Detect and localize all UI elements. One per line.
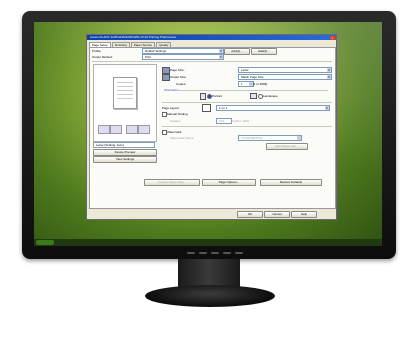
output-method-label: Output Method: — [92, 55, 113, 59]
edit-watermark-button[interactable]: Edit Watermark... — [266, 143, 308, 150]
portrait-label: Portrait — [212, 94, 222, 98]
chevron-down-icon: ▾ — [219, 55, 223, 59]
chevron-down-icon: ▾ — [325, 106, 329, 110]
profile-value: Default Settings — [145, 49, 167, 53]
custom-paper-size-button[interactable]: Custom Paper Size... — [144, 179, 200, 186]
divider — [162, 126, 332, 127]
watermark-name-label: Watermark Name: — [170, 136, 195, 140]
monitor-buttons — [187, 252, 243, 254]
help-button[interactable]: Help — [291, 211, 317, 218]
copies-value: 1 — [241, 82, 243, 86]
divider — [178, 90, 328, 91]
ok-button[interactable]: OK — [237, 211, 263, 218]
power-button[interactable] — [235, 252, 243, 254]
monitor-stand-base — [145, 285, 275, 307]
page-layout-icon — [202, 104, 211, 112]
monitor-control-button[interactable] — [211, 252, 219, 254]
output-size-label: Output Size: — [170, 75, 187, 79]
monitor-control-button[interactable] — [199, 252, 207, 254]
page-preview-image — [113, 77, 137, 109]
page-size-value: Letter — [241, 68, 249, 72]
copies-range: [1 to 9999] — [253, 82, 268, 86]
divider — [92, 61, 332, 62]
manual-scaling-label: Manual Scaling — [167, 112, 188, 116]
page-options-button[interactable]: Page Options... — [202, 179, 256, 186]
staple-icon — [110, 125, 122, 134]
chevron-down-icon: ▾ — [297, 136, 301, 140]
copies-input[interactable]: 1 ↕ — [238, 81, 254, 87]
page-layout-select[interactable]: 1 on 1 ▾ — [216, 105, 330, 111]
monitor-screen: Canon iR-ADV 4225/4235/4245/4251 PCL6 Pr… — [34, 22, 382, 246]
watermark-select[interactable]: CONFIDENTIAL ▾ — [238, 135, 302, 141]
scaling-input[interactable]: 100 — [216, 118, 232, 124]
scaling-label: Scaling: — [170, 119, 181, 123]
output-method-value: Print — [145, 55, 152, 59]
edit-profile-button[interactable]: Edit(2)... — [251, 48, 277, 55]
output-size-select[interactable]: Match Page Size ▾ — [238, 74, 332, 80]
page-preview — [93, 64, 157, 142]
cancel-button[interactable]: Cancel — [264, 211, 290, 218]
landscape-icon — [250, 93, 257, 99]
scaling-range: % [25 to 200] — [231, 119, 249, 123]
page-size-select[interactable]: Letter ▾ — [238, 67, 332, 73]
output-size-icon — [162, 74, 170, 81]
chevron-down-icon: ▾ — [327, 75, 331, 79]
divider — [162, 102, 332, 103]
view-settings-button[interactable]: View Settings — [93, 156, 157, 163]
dialog-title-bar[interactable]: Canon iR-ADV 4225/4235/4245/4251 PCL6 Pr… — [87, 35, 336, 40]
page-size-label: Page Size: — [170, 68, 185, 72]
copies-label: Copies: — [176, 82, 187, 86]
orientation-label: Orientation — [164, 88, 179, 92]
dialog-title: Canon iR-ADV 4225/4235/4245/4251 PCL6 Pr… — [90, 35, 177, 39]
landscape-label: Landscape — [263, 94, 278, 98]
watermark-value: CONFIDENTIAL — [241, 136, 264, 140]
taskbar — [34, 239, 382, 246]
chevron-down-icon: ▾ — [219, 49, 223, 53]
output-size-value: Match Page Size — [241, 75, 264, 79]
scaling-value: 100 — [219, 119, 225, 123]
monitor-control-button[interactable] — [187, 252, 195, 254]
page-setup-panel: Profile: Default Settings ▾ Add(1)... Ed… — [89, 47, 336, 209]
restore-defaults-button[interactable]: Restore Defaults — [260, 179, 322, 186]
close-button[interactable]: x — [330, 35, 335, 40]
chevron-down-icon: ▾ — [327, 68, 331, 72]
preview-caption: Letter [Scaling: Auto] — [96, 143, 124, 147]
layout-icon — [98, 125, 110, 134]
watermark-label: Watermark — [167, 130, 182, 134]
page-layout-label: Page Layout: — [162, 106, 180, 110]
preview-caption-box: Letter [Scaling: Auto] — [93, 142, 155, 148]
add-profile-button[interactable]: Add(1)... — [224, 48, 250, 55]
duplex-icon — [126, 125, 138, 134]
device-preview-button[interactable]: Device Preview — [93, 149, 157, 156]
printing-preferences-dialog: Canon iR-ADV 4225/4235/4245/4251 PCL6 Pr… — [86, 34, 337, 220]
page-layout-value: 1 on 1 — [219, 106, 228, 110]
page-size-icon — [162, 67, 170, 74]
start-button[interactable] — [36, 240, 54, 245]
output-method-select[interactable]: Print ▾ — [142, 54, 224, 60]
portrait-icon — [200, 93, 206, 100]
monitor-control-button[interactable] — [223, 252, 231, 254]
color-icon — [138, 125, 150, 134]
profile-label: Profile: — [92, 49, 102, 53]
